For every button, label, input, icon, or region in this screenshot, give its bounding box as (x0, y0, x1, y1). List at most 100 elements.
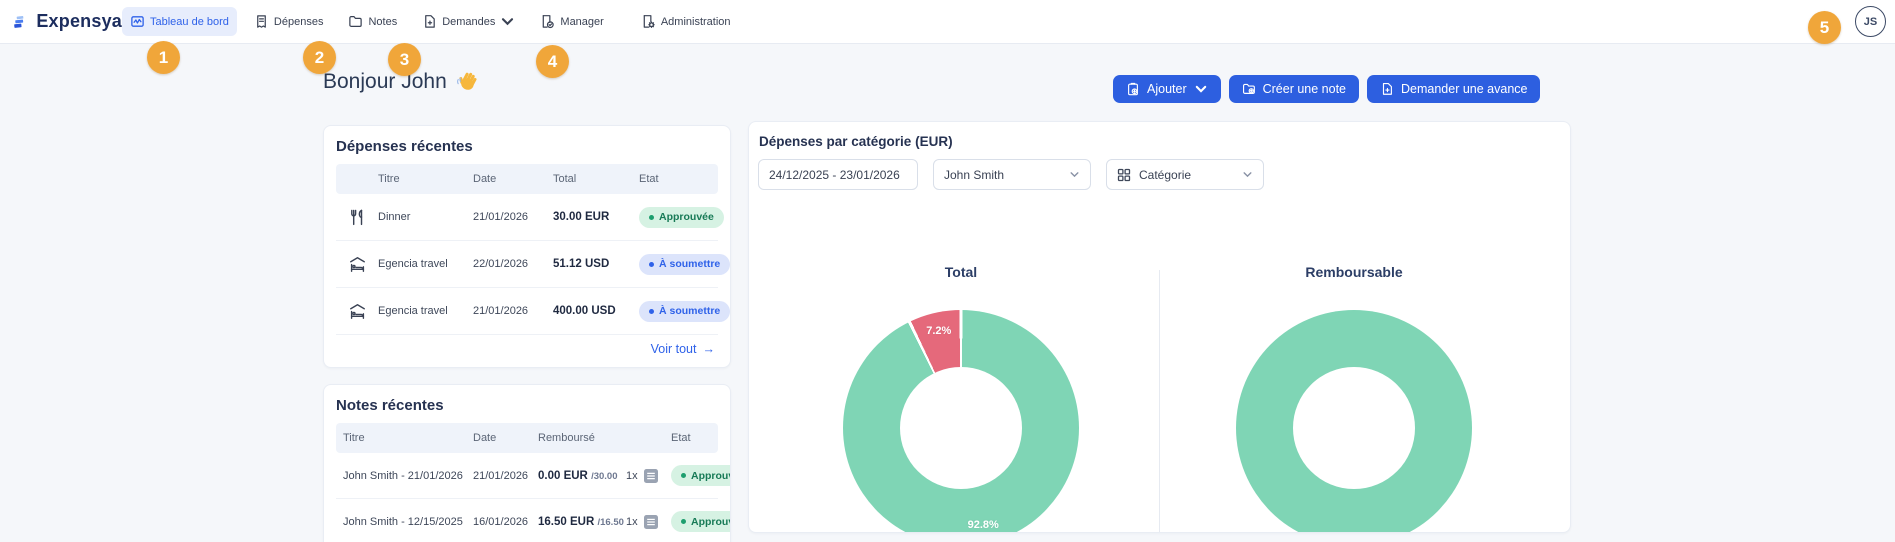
expenses-by-category-card: Dépenses par catégorie (EUR) John Smith … (748, 121, 1571, 533)
recent-expenses-card: Dépenses récentes Titre Date Total Etat … (323, 125, 731, 368)
expense-total: 400.00 USD (553, 305, 616, 317)
column-header-titre: Titre (343, 432, 365, 444)
donut-chart-reimbursable (1236, 310, 1472, 532)
expense-list-icon (643, 468, 658, 483)
waving-hand-icon (456, 72, 477, 90)
charts-area: Total 92.8%7.2% HébergementRestauration … (749, 190, 1570, 532)
folder-plus-icon (1242, 83, 1255, 94)
column-header-etat: Etat (671, 432, 691, 444)
expensya-logo[interactable]: Expensya (0, 11, 122, 33)
note-count: 1x (626, 515, 638, 528)
status-dot (649, 214, 654, 220)
status-badge: À soumettre (639, 300, 730, 322)
nav-label: Manager (560, 15, 604, 28)
expense-title: Dinner (378, 211, 411, 223)
expense-row[interactable]: Dinner 21/01/2026 30.00 EUR Approuvée (336, 194, 724, 241)
brand-name: Expensya (36, 11, 122, 31)
status-dot (681, 473, 686, 478)
expense-date: 21/01/2026 (473, 305, 529, 317)
donut-slice-label: 7.2% (926, 325, 952, 338)
user-avatar[interactable]: JS (1855, 6, 1886, 37)
create-note-button[interactable]: Créer une note (1228, 75, 1359, 103)
nav-item-manager[interactable]: Manager (532, 7, 611, 36)
chart-title-total: Total (944, 264, 978, 280)
annotation-badge-1: 1 (147, 41, 180, 74)
nav-item-notes[interactable]: Notes (340, 7, 405, 36)
clipboard-plus-icon (1128, 82, 1138, 96)
status-badge: Approuvé (671, 465, 730, 486)
chevron-down-icon (1243, 172, 1252, 178)
note-row[interactable]: John Smith - 21/01/2026 21/01/2026 0.00 … (336, 453, 730, 499)
note-date: 16/01/2026 (473, 515, 529, 528)
status-dot (681, 519, 686, 524)
category-filters: John Smith Catégorie (758, 159, 1570, 190)
recent-notes-title: Notes récentes (336, 397, 444, 414)
note-reimbursed-of: /30.00 (591, 470, 618, 482)
button-label: Créer une note (1262, 82, 1346, 96)
restaurant-icon (350, 209, 362, 225)
traveler-select[interactable]: John Smith (933, 159, 1091, 190)
expense-total: 30.00 EUR (553, 211, 610, 223)
nav-item-dashboard[interactable]: Tableau de bord (122, 7, 237, 36)
note-title: John Smith - 12/15/2025 (343, 515, 463, 528)
status-dot (649, 261, 654, 267)
chevron-down-icon (1195, 85, 1206, 93)
status-badge: À soumettre (639, 253, 730, 275)
column-header-date: Date (473, 432, 497, 444)
expense-title: Egencia travel (378, 305, 448, 317)
expense-row[interactable]: Egencia travel 22/01/2026 51.12 USD À so… (336, 241, 730, 288)
hotel-icon (349, 256, 365, 272)
note-reimbursed: 0.00 EUR (538, 469, 588, 482)
reimbursable-chart-block: Remboursable Hébergement (1189, 190, 1519, 532)
recent-notes-card: Notes récentes Titre Date Remboursé Etat… (323, 384, 731, 542)
column-header-etat: Etat (639, 173, 659, 185)
expense-date: 21/01/2026 (473, 211, 529, 223)
nav-label: Notes (368, 15, 398, 28)
note-reimbursed: 16.50 EUR (538, 515, 595, 528)
grid-icon (1117, 168, 1131, 181)
expensya-dashboard: Expensya Tableau de bord Dépenses Notes … (0, 0, 1895, 542)
add-expense-button[interactable]: Ajouter (1113, 75, 1221, 103)
notes-table-header: Titre Date Remboursé Etat (336, 423, 718, 453)
folder-icon (349, 16, 363, 27)
status-dot (649, 308, 654, 314)
arrow-right-icon: → (702, 342, 716, 356)
chevron-down-icon (502, 18, 514, 26)
header-actions: Ajouter Créer une note Demander une avan… (1113, 75, 1541, 103)
request-advance-button[interactable]: Demander une avance (1367, 75, 1541, 103)
main-nav: Tableau de bord Dépenses Notes Demandes (122, 7, 739, 36)
nav-label: Dépenses (273, 15, 324, 28)
column-header-total: Total (553, 173, 577, 185)
recent-expenses-title: Dépenses récentes (336, 138, 473, 155)
file-gear-icon (643, 15, 655, 28)
expense-list-icon (643, 514, 658, 529)
expensya-logo-icon (14, 15, 24, 28)
total-chart-block: Total 92.8%7.2% HébergementRestauration (796, 190, 1126, 532)
note-reimbursed-of: /16.50 (597, 516, 624, 528)
expense-title: Egencia travel (378, 258, 448, 270)
button-label: Demander une avance (1401, 82, 1528, 96)
charts-divider (1159, 270, 1160, 532)
nav-label: Tableau de bord (150, 15, 229, 28)
file-plus-icon (425, 15, 435, 28)
date-range-input[interactable] (769, 167, 907, 182)
expense-date: 22/01/2026 (473, 258, 529, 270)
status-badge: Approuvé (671, 511, 730, 532)
nav-item-administration[interactable]: Administration (633, 7, 739, 36)
nav-item-requests[interactable]: Demandes (414, 7, 523, 36)
greeting-text: Bonjour John (323, 70, 447, 93)
annotation-badge-4: 4 (536, 45, 569, 78)
top-navigation-bar: Expensya Tableau de bord Dépenses Notes … (0, 0, 1895, 44)
expense-row[interactable]: Egencia travel 21/01/2026 400.00 USD À s… (336, 288, 730, 335)
category-select[interactable]: Catégorie (1106, 159, 1264, 190)
expense-total: 51.12 USD (553, 258, 610, 270)
date-range-field (758, 159, 918, 190)
note-count: 1x (626, 469, 638, 482)
dashboard-icon (131, 16, 144, 27)
hotel-icon (349, 303, 365, 319)
column-header-titre: Titre (378, 173, 400, 185)
note-row[interactable]: John Smith - 12/15/2025 16/01/2026 16.50… (336, 499, 730, 542)
nav-item-expenses[interactable]: Dépenses (246, 7, 332, 36)
view-all-expenses-link[interactable]: Voir tout → (651, 342, 715, 356)
file-plus-icon (1382, 83, 1392, 95)
